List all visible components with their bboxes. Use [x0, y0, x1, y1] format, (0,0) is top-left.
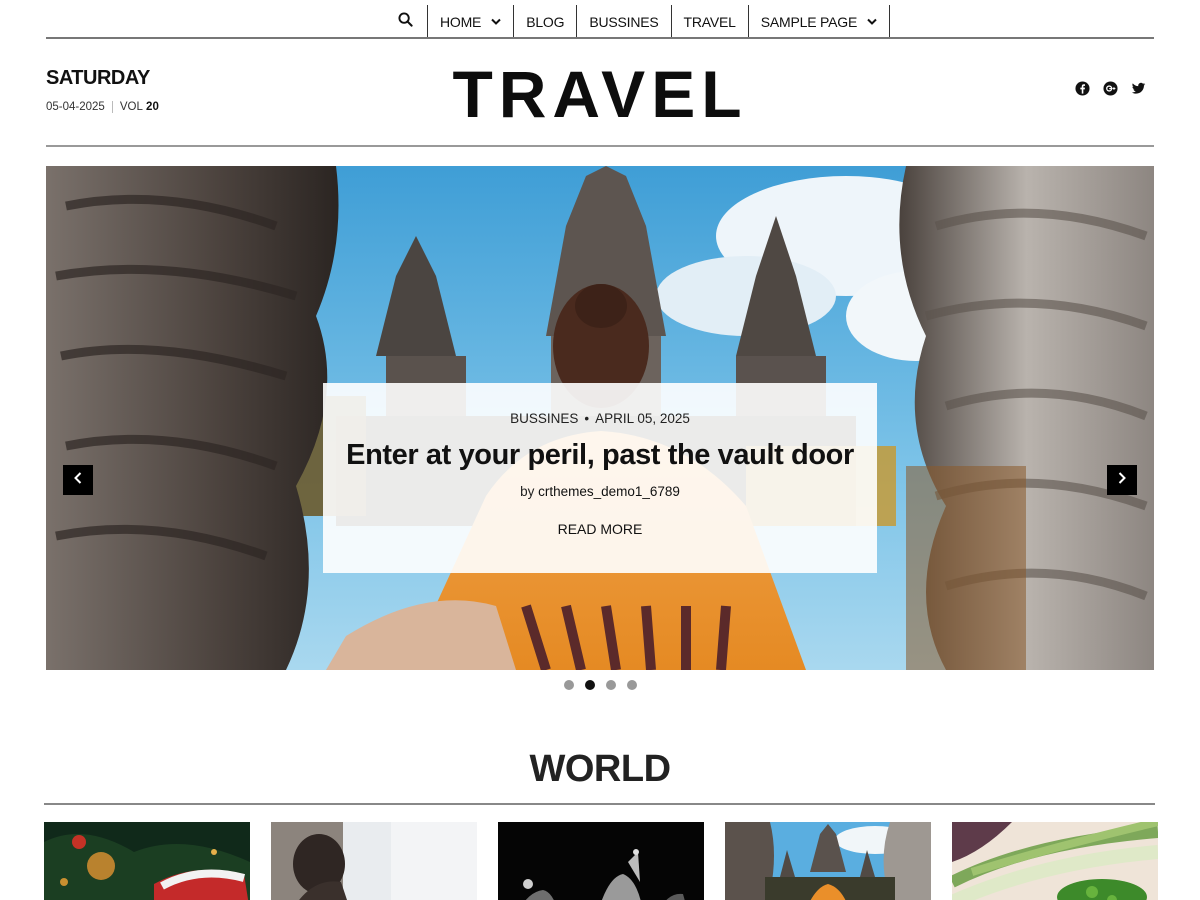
chevron-down-icon: [491, 18, 501, 25]
slider-dot[interactable]: [626, 680, 637, 690]
slider-dot[interactable]: [605, 680, 616, 690]
byline-prefix: by: [520, 484, 535, 499]
social-links: [1075, 81, 1146, 96]
header-divider: [46, 145, 1154, 147]
author-link[interactable]: crthemes_demo1_6789: [538, 484, 680, 499]
nav-item-label: Travel: [683, 13, 736, 30]
read-more-link[interactable]: Read More: [558, 521, 643, 537]
nav-item-home[interactable]: Home: [427, 5, 513, 38]
search-icon: [397, 11, 413, 32]
chevron-right-icon: [1118, 471, 1126, 489]
section-divider: [44, 803, 1155, 805]
nav-item-sample-page[interactable]: Sample Page: [747, 5, 891, 38]
nav-divider: [46, 37, 1154, 39]
slide-title-link[interactable]: Enter at your peril, past the vault door: [323, 439, 877, 472]
nav-menu: Home Blog Bussines Travel Sample Page: [383, 5, 891, 38]
site-title[interactable]: TRAVEL: [0, 56, 1200, 132]
post-thumbnail-temple[interactable]: [725, 822, 931, 900]
slider-next-button[interactable]: [1107, 465, 1137, 495]
section-title-world: WORLD: [529, 748, 671, 790]
slide-category-link[interactable]: Bussines: [510, 411, 578, 426]
chevron-down-icon: [867, 18, 877, 25]
nav-item-label: Blog: [526, 13, 565, 30]
facebook-icon[interactable]: [1075, 81, 1090, 96]
search-button[interactable]: [383, 5, 427, 38]
twitter-icon[interactable]: [1131, 81, 1146, 96]
nav-item-label: Bussines: [589, 13, 659, 30]
slide-date[interactable]: April 05, 2025: [595, 411, 690, 426]
slider-pagination: [0, 680, 1200, 690]
top-navigation: Home Blog Bussines Travel Sample Page: [0, 0, 1200, 38]
google-plus-icon[interactable]: [1103, 81, 1118, 96]
post-thumbnail-window[interactable]: [271, 822, 477, 900]
slide-caption-card: Bussines • April 05, 2025 Enter at your pe…: [323, 383, 877, 573]
slide-byline: by crthemes_demo1_6789: [323, 484, 877, 499]
nav-item-travel[interactable]: Travel: [670, 5, 748, 38]
slider-prev-button[interactable]: [63, 465, 93, 495]
slide-meta: Bussines • April 05, 2025: [323, 411, 877, 426]
nav-item-label: Sample Page: [760, 13, 858, 30]
post-thumbnail-christmas[interactable]: [44, 822, 250, 900]
nav-item-bussines[interactable]: Bussines: [576, 5, 670, 38]
post-thumbnail-concert[interactable]: [498, 822, 704, 900]
post-thumbnail-onions[interactable]: [952, 822, 1158, 900]
nav-item-blog[interactable]: Blog: [513, 5, 576, 38]
chevron-left-icon: [74, 471, 82, 489]
hero-slider: Bussines • April 05, 2025 Enter at your pe…: [46, 166, 1154, 670]
slider-dot-active[interactable]: [584, 680, 595, 690]
nav-item-label: Home: [440, 13, 482, 30]
slider-dot[interactable]: [563, 680, 574, 690]
world-post-list: [44, 822, 1158, 900]
meta-bullet: •: [584, 411, 590, 426]
